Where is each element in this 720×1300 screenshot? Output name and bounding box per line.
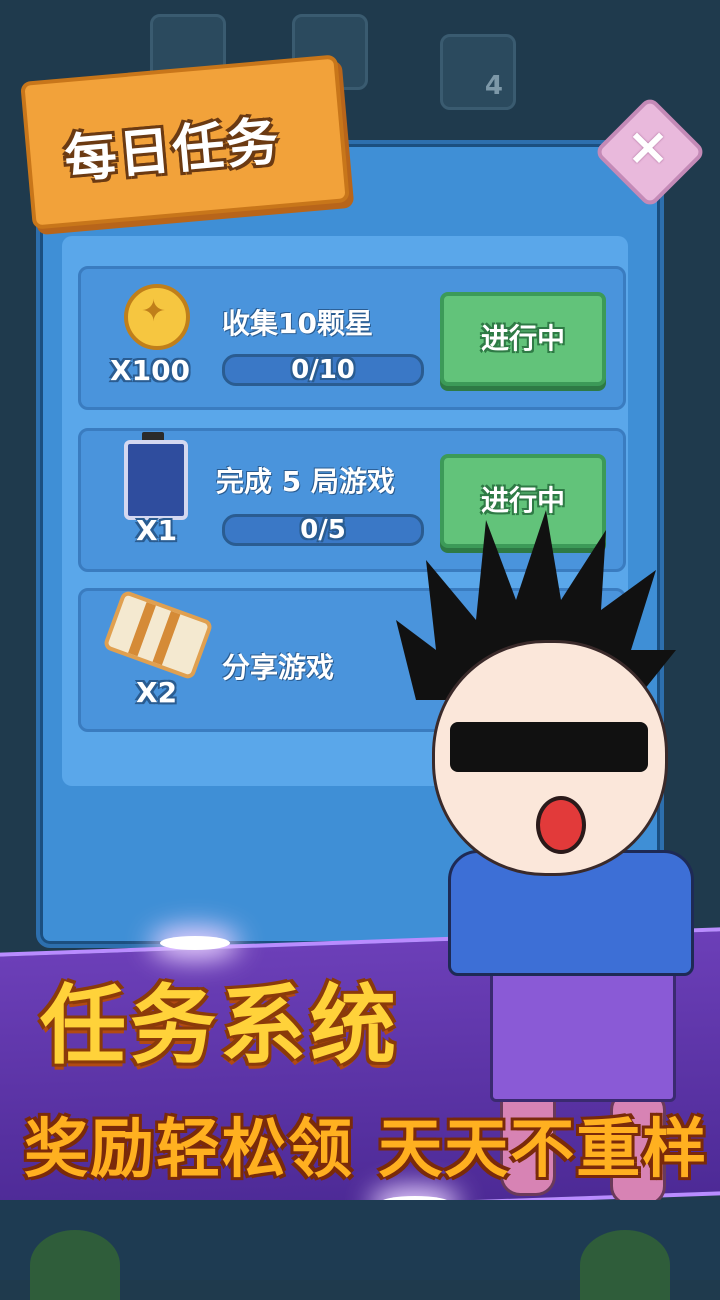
level-number: 4 [484,71,503,101]
progress-text: 0/10 [291,355,355,385]
task-name: 分享游戏 [222,651,335,684]
progress-bar: 0/10 [222,354,424,386]
sparkle-icon [160,936,230,950]
ticket-stripe [152,610,181,666]
bush-icon [30,1230,120,1300]
promo-title: 任务系统 [40,976,400,1076]
level-tile: 4 [440,34,516,110]
promo-subtitle: 奖励轻松领 天天不重样 [24,1113,709,1187]
in-progress-button[interactable]: 进行中 [440,292,606,386]
reward-amount: X100 [110,354,191,387]
ticket-stripe [128,602,156,657]
close-icon[interactable]: × [618,114,678,180]
reward-amount: X2 [136,676,178,709]
reward-amount: X1 [136,514,178,547]
progress-bar: 0/5 [222,514,424,546]
progress-text: 0/5 [300,515,346,545]
character-mouth [536,796,586,854]
task-name: 收集10颗星 [222,307,373,340]
coin-icon [124,284,190,350]
battery-icon [124,440,188,520]
character-shorts [490,966,676,1102]
task-name: 完成 5 局游戏 [216,465,395,498]
sunglasses-icon [450,722,648,772]
bush-icon [580,1230,670,1300]
